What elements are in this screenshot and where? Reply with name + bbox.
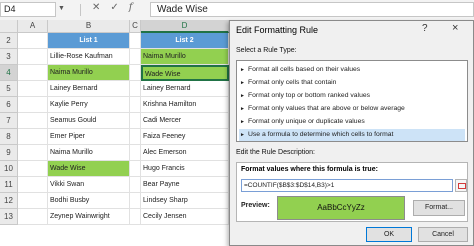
rule-type-item[interactable]: Format only values that are above or bel…: [239, 103, 465, 115]
enter-icon[interactable]: ✓: [110, 2, 128, 13]
cell-b12[interactable]: Bodhi Busby: [48, 193, 130, 209]
row-header-12[interactable]: 12: [0, 193, 18, 209]
row-header-13[interactable]: 13: [0, 209, 18, 225]
format-preview: AaBbCcYyZz: [277, 196, 405, 220]
edit-rule-description-label: Edit the Rule Description:: [236, 149, 315, 156]
cell-b7[interactable]: Seamus Gould: [48, 113, 130, 129]
help-icon[interactable]: ?: [422, 23, 428, 34]
rule-type-item[interactable]: Format all cells based on their values: [239, 64, 465, 76]
row-header-8[interactable]: 8: [0, 129, 18, 145]
cell-b5[interactable]: Lainey Bernard: [48, 81, 130, 97]
cell-c10[interactable]: [130, 161, 141, 177]
preview-label: Preview:: [241, 202, 270, 209]
cancel-icon[interactable]: ✕: [92, 2, 110, 13]
cell-d9[interactable]: Alec Emerson: [141, 145, 229, 161]
cell-d3[interactable]: Naima Murillo: [141, 49, 229, 65]
dialog-title: Edit Formatting Rule: [236, 25, 319, 35]
cell-c6[interactable]: [130, 97, 141, 113]
rule-type-item[interactable]: Format only unique or duplicate values: [239, 116, 465, 128]
cell-a3[interactable]: [18, 49, 48, 65]
rule-type-item[interactable]: Format only top or bottom ranked values: [239, 90, 465, 102]
edit-formatting-rule-dialog: Edit Formatting Rule ? × Select a Rule T…: [229, 20, 474, 246]
row-header-2[interactable]: 2: [0, 33, 18, 49]
row-header-5[interactable]: 5: [0, 81, 18, 97]
cell-a10[interactable]: [18, 161, 48, 177]
formula-field[interactable]: =COUNTIF($B$3:$D$14,B3)>1: [241, 179, 453, 192]
cell-c7[interactable]: [130, 113, 141, 129]
cell-a11[interactable]: [18, 177, 48, 193]
cell-d12[interactable]: Lindsey Sharp: [141, 193, 229, 209]
rule-description-panel: Format values where this formula is true…: [236, 162, 468, 222]
cell-a8[interactable]: [18, 129, 48, 145]
column-header-a[interactable]: A: [18, 20, 48, 33]
cell-a12[interactable]: [18, 193, 48, 209]
cell-c4[interactable]: [130, 65, 141, 81]
cell-a13[interactable]: [18, 209, 48, 225]
select-rule-type-label: Select a Rule Type:: [236, 47, 297, 54]
cell-c2[interactable]: [130, 33, 141, 49]
row-header-3[interactable]: 3: [0, 49, 18, 65]
formula-label: Format values where this formula is true…: [241, 166, 378, 173]
row-header-6[interactable]: 6: [0, 97, 18, 113]
collapse-range-icon[interactable]: [455, 179, 467, 192]
list2-header-cell[interactable]: List 2: [141, 33, 229, 49]
select-all-corner[interactable]: [0, 20, 18, 33]
column-header-c[interactable]: C: [130, 20, 141, 33]
cell-c12[interactable]: [130, 193, 141, 209]
cell-d11[interactable]: Bear Payne: [141, 177, 229, 193]
column-header-d[interactable]: D: [141, 20, 229, 33]
cell-c8[interactable]: [130, 129, 141, 145]
row-header-9[interactable]: 9: [0, 145, 18, 161]
cell-b11[interactable]: Vikki Swan: [48, 177, 130, 193]
cancel-button[interactable]: Cancel: [418, 227, 468, 242]
cell-c5[interactable]: [130, 81, 141, 97]
column-header-b[interactable]: B: [48, 20, 130, 33]
cell-d13[interactable]: Cecily Jensen: [141, 209, 229, 225]
rule-type-item[interactable]: Use a formula to determine which cells t…: [239, 129, 465, 141]
cell-d7[interactable]: Cadi Mercer: [141, 113, 229, 129]
cell-b8[interactable]: Emer Piper: [48, 129, 130, 145]
rule-type-list[interactable]: Format all cells based on their valuesFo…: [236, 60, 468, 142]
cell-c9[interactable]: [130, 145, 141, 161]
row-header-11[interactable]: 11: [0, 177, 18, 193]
formula-bar-icons: ✕✓f: [92, 2, 142, 13]
cell-c11[interactable]: [130, 177, 141, 193]
cell-a9[interactable]: [18, 145, 48, 161]
formula-bar: D4 ▼ ✕✓f Wade Wise: [0, 0, 474, 21]
cell-d5[interactable]: Lainey Bernard: [141, 81, 229, 97]
list1-header-cell[interactable]: List 1: [48, 33, 130, 49]
cell-b3[interactable]: Lillie-Rose Kaufman: [48, 49, 130, 65]
cell-a5[interactable]: [18, 81, 48, 97]
spreadsheet-grid: A B C D 2 List 1 List 2 3 Lillie-Rose Kaufman Nai…: [0, 20, 232, 246]
cell-d4[interactable]: Wade Wise: [141, 65, 229, 81]
name-box[interactable]: D4: [0, 2, 56, 17]
name-box-dropdown-icon[interactable]: ▼: [58, 5, 65, 12]
ok-button[interactable]: OK: [366, 227, 412, 242]
cell-a6[interactable]: [18, 97, 48, 113]
insert-function-icon[interactable]: f: [129, 2, 143, 13]
formula-bar-divider: [80, 4, 81, 16]
row-header-10[interactable]: 10: [0, 161, 18, 177]
cell-b9[interactable]: Naima Murillo: [48, 145, 130, 161]
cell-b4[interactable]: Naima Murillo: [48, 65, 130, 81]
format-button[interactable]: Format...: [413, 200, 465, 216]
cell-a4[interactable]: [18, 65, 48, 81]
row-header-7[interactable]: 7: [0, 113, 18, 129]
cell-a7[interactable]: [18, 113, 48, 129]
cell-b10[interactable]: Wade Wise: [48, 161, 130, 177]
row-header-4[interactable]: 4: [0, 65, 18, 81]
close-icon[interactable]: ×: [452, 22, 458, 34]
cell-a2[interactable]: [18, 33, 48, 49]
cell-d10[interactable]: Hugo Francis: [141, 161, 229, 177]
formula-input[interactable]: Wade Wise: [150, 2, 474, 17]
cell-c13[interactable]: [130, 209, 141, 225]
cell-d6[interactable]: Krishna Hamilton: [141, 97, 229, 113]
rule-type-item[interactable]: Format only cells that contain: [239, 77, 465, 89]
cell-d8[interactable]: Faiza Feeney: [141, 129, 229, 145]
cell-b13[interactable]: Zeynep Wainwright: [48, 209, 130, 225]
cell-c3[interactable]: [130, 49, 141, 65]
cell-b6[interactable]: Kaylie Perry: [48, 97, 130, 113]
